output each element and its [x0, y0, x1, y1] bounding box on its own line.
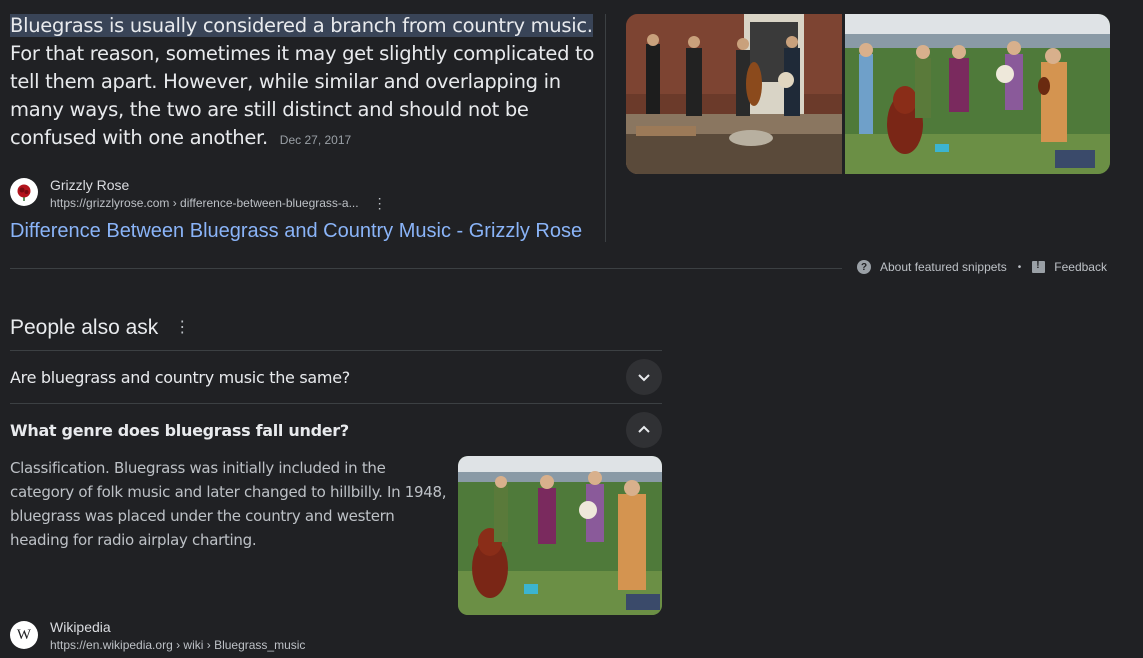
snippet-image-group[interactable]: [626, 14, 1110, 174]
snippet-image-band-porch[interactable]: [626, 14, 842, 174]
feedback-link[interactable]: Feedback: [1054, 260, 1107, 274]
vertical-divider: [605, 14, 606, 242]
chevron-up-icon[interactable]: [626, 412, 662, 448]
answer-source-url: https://en.wikipedia.org › wiki › Bluegr…: [50, 638, 306, 652]
result-title-link[interactable]: Difference Between Bluegrass and Country…: [10, 217, 582, 245]
source-site-name: Grizzly Rose: [50, 177, 130, 193]
more-options-icon[interactable]: ⋮: [373, 196, 387, 210]
people-also-ask-heading: People also ask ⋮: [10, 314, 190, 342]
section-divider: [10, 268, 842, 269]
paa-more-options-icon[interactable]: ⋮: [174, 314, 190, 342]
snippet-image-band-festival[interactable]: [845, 14, 1110, 174]
feedback-icon: [1032, 260, 1046, 273]
source-url: https://grizzlyrose.com › difference-bet…: [50, 196, 359, 210]
about-featured-snippets-link[interactable]: About featured snippets: [880, 260, 1007, 274]
paa-title-text: People also ask: [10, 316, 159, 339]
wikipedia-icon: W: [10, 621, 38, 649]
rose-icon: [10, 178, 38, 206]
snippet-date: Dec 27, 2017: [279, 133, 352, 147]
snippet-source[interactable]: Grizzly Rose https://grizzlyrose.com › d…: [10, 176, 387, 212]
featured-snippet-text: Bluegrass is usually considered a branch…: [10, 12, 595, 154]
snippet-footer: ? About featured snippets • Feedback: [857, 260, 1107, 274]
footer-separator: •: [1017, 261, 1022, 273]
people-also-ask-list: Are bluegrass and country music the same…: [10, 350, 662, 456]
paa-question[interactable]: What genre does bluegrass fall under?: [10, 421, 349, 440]
paa-question-item[interactable]: Are bluegrass and country music the same…: [10, 350, 662, 403]
paa-answer-image[interactable]: [458, 456, 662, 615]
paa-question[interactable]: Are bluegrass and country music the same…: [10, 368, 350, 387]
help-icon: ?: [857, 260, 871, 274]
answer-source-name: Wikipedia: [50, 619, 111, 635]
paa-question-item-expanded[interactable]: What genre does bluegrass fall under?: [10, 403, 662, 456]
snippet-highlight: Bluegrass is usually considered a branch…: [10, 14, 593, 37]
chevron-down-icon[interactable]: [626, 359, 662, 395]
paa-answer-source[interactable]: W Wikipedia https://en.wikipedia.org › w…: [10, 618, 305, 654]
source-url-line: https://grizzlyrose.com › difference-bet…: [50, 194, 387, 212]
paa-answer-text: Classification. Bluegrass was initially …: [10, 459, 447, 549]
